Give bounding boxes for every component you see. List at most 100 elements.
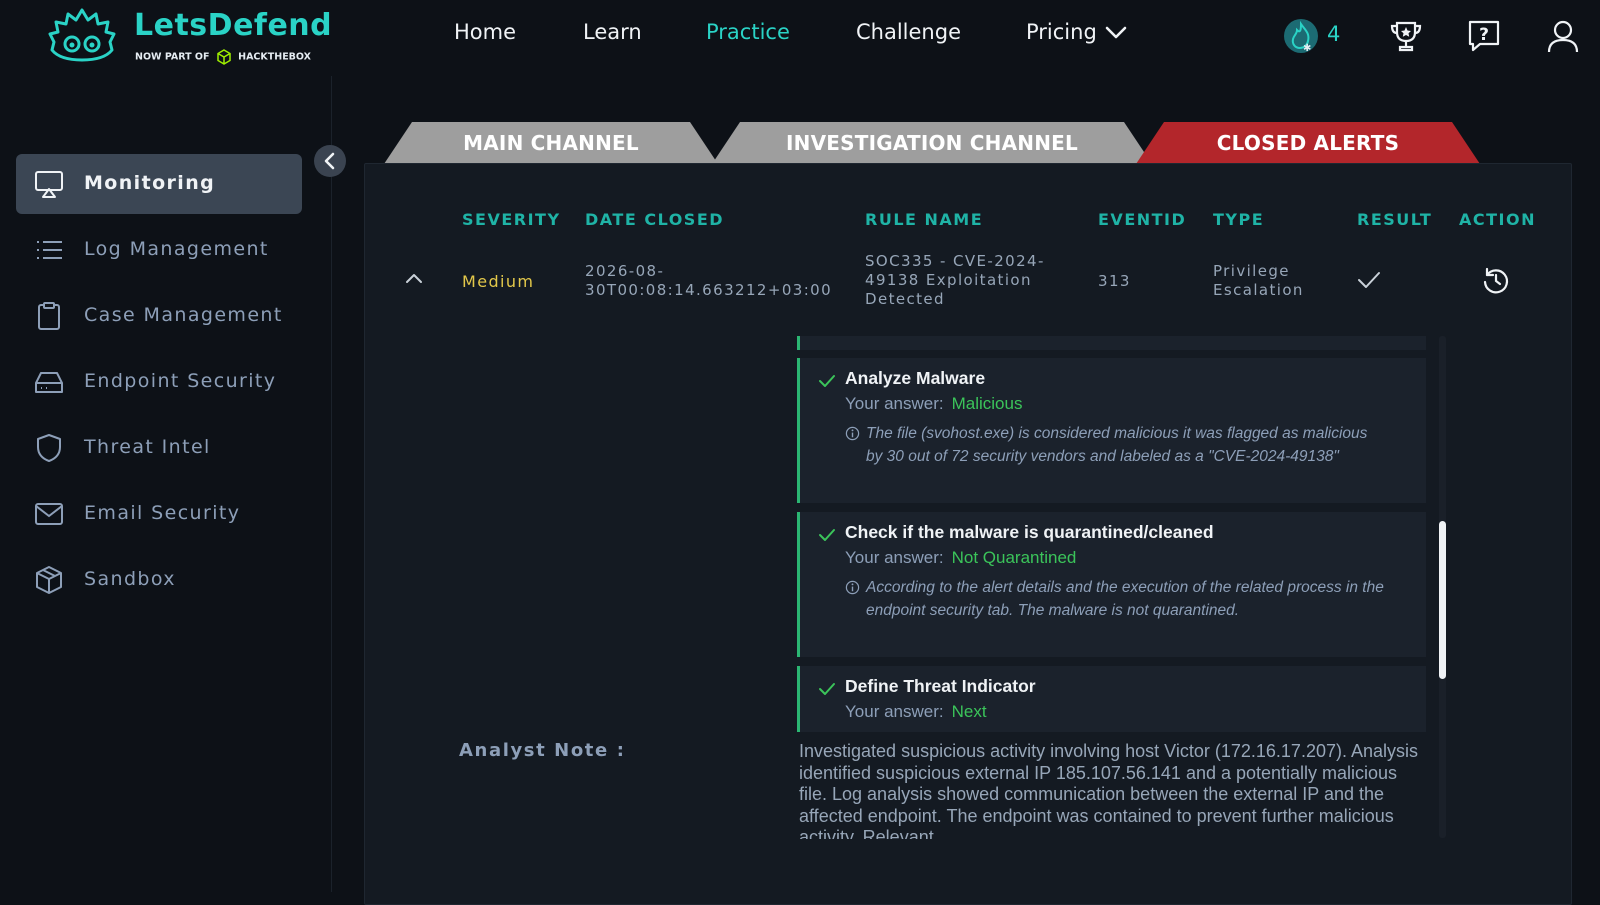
- answer-label: Your answer:: [845, 548, 944, 567]
- logo-mark-icon: [48, 8, 116, 62]
- col-action: ACTION: [1459, 210, 1536, 229]
- tab-investigation-channel[interactable]: INVESTIGATION CHANNEL: [712, 122, 1152, 164]
- mail-icon: [35, 503, 63, 525]
- sidebar-item-endpoint-security[interactable]: Endpoint Security: [16, 352, 302, 412]
- monitor-icon: [35, 171, 63, 198]
- check-icon: [819, 375, 835, 387]
- trophy-icon[interactable]: [1388, 18, 1424, 54]
- chevron-left-icon: [324, 152, 335, 170]
- step-title: Define Threat Indicator: [845, 676, 1036, 696]
- answer-value: Not Quarantined: [951, 548, 1077, 567]
- brand-subtitle-brand: HACKTHEBOX: [238, 51, 311, 63]
- table-row: Medium 2026-08- 30T00:08:14.663212+03:00…: [365, 252, 1571, 330]
- streak-flame-icon[interactable]: ✱: [1283, 18, 1319, 54]
- sidebar-item-label: Threat Intel: [84, 436, 211, 458]
- info-icon: [845, 580, 860, 595]
- sidebar-item-log-management[interactable]: Log Management: [16, 220, 302, 280]
- date-closed-value: 2026-08- 30T00:08:14.663212+03:00: [585, 262, 832, 300]
- rule-name-line2: 49138 Exploitation: [865, 271, 1032, 289]
- eventid-value: 313: [1098, 272, 1131, 290]
- list-icon: [37, 241, 62, 259]
- sidebar: Monitoring Log Management Case Managemen…: [0, 76, 332, 892]
- step-explanation: The file (svohost.exe) is considered mal…: [866, 425, 1368, 465]
- sidebar-item-label: Monitoring: [84, 172, 216, 194]
- tab-closed-alerts[interactable]: CLOSED ALERTS: [1136, 122, 1480, 164]
- cube-icon: [36, 566, 62, 594]
- answer-label: Your answer:: [845, 702, 944, 721]
- closed-alerts-panel: SEVERITY DATE CLOSED RULE NAME EVENTID T…: [364, 163, 1572, 905]
- clipboard-icon: [38, 302, 60, 330]
- svg-text:?: ?: [1479, 25, 1489, 45]
- step-answer: Your answer: Malicious: [845, 394, 1022, 414]
- table-header: SEVERITY DATE CLOSED RULE NAME EVENTID T…: [365, 210, 1571, 234]
- rule-name-value: SOC335 - CVE-2024- 49138 Exploitation De…: [865, 252, 1045, 309]
- playbook-step: Check if the malware is quarantined/clea…: [797, 512, 1426, 657]
- help-icon[interactable]: ?: [1466, 18, 1502, 54]
- tab-label: INVESTIGATION CHANNEL: [786, 131, 1078, 155]
- nav-pricing-link[interactable]: Pricing: [1026, 20, 1127, 44]
- sidebar-item-label: Sandbox: [84, 568, 176, 590]
- chevron-up-icon[interactable]: [405, 272, 423, 284]
- hackthebox-cube-icon: [217, 49, 231, 65]
- col-date-closed: DATE CLOSED: [585, 210, 725, 229]
- check-icon: [819, 529, 835, 541]
- type-line2: Escalation: [1213, 281, 1304, 299]
- streak-count: 4: [1327, 22, 1341, 46]
- top-navbar: LetsDefend NOW PART OF HACKTHEBOX Home L…: [0, 0, 1600, 76]
- col-rule-name: RULE NAME: [865, 210, 984, 229]
- answer-value: Malicious: [951, 394, 1023, 413]
- sidebar-item-label: Endpoint Security: [84, 370, 277, 392]
- sidebar-item-label: Case Management: [84, 304, 283, 326]
- tab-main-channel[interactable]: MAIN CHANNEL: [384, 122, 718, 164]
- col-result: RESULT: [1357, 210, 1433, 229]
- sidebar-item-sandbox[interactable]: Sandbox: [16, 550, 302, 610]
- channel-tabs: MAIN CHANNEL INVESTIGATION CHANNEL CLOSE…: [384, 122, 1484, 164]
- shield-icon: [37, 434, 61, 462]
- step-explanation: According to the alert details and the e…: [866, 579, 1384, 619]
- rule-name-line3: Detected: [865, 290, 945, 308]
- reopen-alert-icon[interactable]: [1481, 266, 1511, 296]
- sidebar-item-threat-intel[interactable]: Threat Intel: [16, 418, 302, 478]
- sidebar-item-monitoring[interactable]: Monitoring: [16, 154, 302, 214]
- rule-name-line1: SOC335 - CVE-2024-: [865, 252, 1045, 270]
- col-severity: SEVERITY: [462, 210, 561, 229]
- step-answer: Your answer: Not Quarantined: [845, 548, 1076, 568]
- step-answer: Your answer: Next: [845, 702, 987, 722]
- user-icon[interactable]: [1545, 18, 1581, 54]
- nav-home-link[interactable]: Home: [454, 20, 516, 44]
- col-type: TYPE: [1213, 210, 1265, 229]
- chevron-down-icon: [1106, 26, 1127, 39]
- answer-label: Your answer:: [845, 394, 944, 413]
- nav-learn-link[interactable]: Learn: [583, 20, 642, 44]
- sidebar-item-label: Email Security: [84, 502, 241, 524]
- date-closed-line2: 30T00:08:14.663212+03:00: [585, 281, 833, 299]
- sidebar-item-email-security[interactable]: Email Security: [16, 484, 302, 544]
- svg-text:✱: ✱: [1303, 43, 1311, 54]
- sidebar-collapse-button[interactable]: [314, 145, 346, 177]
- step-title: Check if the malware is quarantined/clea…: [845, 522, 1214, 542]
- tab-label: MAIN CHANNEL: [463, 131, 639, 155]
- playbook-step: Define Threat Indicator Your answer: Next: [797, 666, 1426, 732]
- col-eventid: EVENTID: [1098, 210, 1187, 229]
- scrollbar-thumb[interactable]: [1439, 521, 1446, 679]
- type-line1: Privilege: [1213, 262, 1290, 280]
- date-closed-line1: 2026-08-: [585, 262, 665, 280]
- result-check-icon: [1358, 272, 1380, 288]
- nav-challenge-link[interactable]: Challenge: [856, 20, 961, 44]
- playbook-step-previous-edge: [797, 336, 1426, 350]
- brand-subtitle: NOW PART OF HACKTHEBOX: [135, 49, 311, 65]
- sidebar-item-case-management[interactable]: Case Management: [16, 286, 302, 346]
- sidebar-item-label: Log Management: [84, 238, 269, 260]
- check-icon: [819, 683, 835, 695]
- answer-value: Next: [951, 702, 987, 721]
- analyst-note-text: Investigated suspicious activity involvi…: [799, 741, 1419, 839]
- analyst-note-label: Analyst Note :: [459, 740, 626, 761]
- nav-practice-link[interactable]: Practice: [706, 20, 790, 44]
- severity-value: Medium: [462, 272, 535, 291]
- playbook-step: Analyze Malware Your answer: Malicious Th…: [797, 358, 1426, 503]
- brand-title: LetsDefend: [134, 8, 333, 43]
- nav-pricing-label: Pricing: [1026, 20, 1097, 44]
- info-icon: [845, 426, 860, 441]
- drive-icon: [35, 372, 63, 393]
- brand-subtitle-prefix: NOW PART OF: [135, 51, 210, 63]
